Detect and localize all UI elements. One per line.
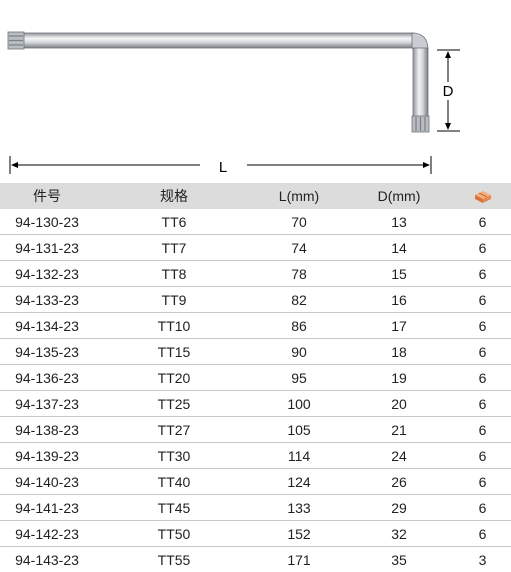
cell-part-number: 94-134-23	[0, 313, 94, 339]
cell-part-number: 94-142-23	[0, 521, 94, 547]
cell-d: 29	[344, 495, 454, 521]
table-row: 94-130-23TT670136	[0, 209, 511, 235]
cell-length: 70	[254, 209, 344, 235]
cell-d: 19	[344, 365, 454, 391]
table-body: 94-130-23TT67013694-131-23TT77414694-132…	[0, 209, 511, 572]
table-row: 94-137-23TT25100206	[0, 391, 511, 417]
cell-spec: TT25	[94, 391, 254, 417]
table-row: 94-141-23TT45133296	[0, 495, 511, 521]
cell-length: 74	[254, 235, 344, 261]
cell-spec: TT40	[94, 469, 254, 495]
cell-spec: TT9	[94, 287, 254, 313]
table-row: 94-133-23TT982166	[0, 287, 511, 313]
cell-part-number: 94-141-23	[0, 495, 94, 521]
cell-pack: 6	[454, 417, 511, 443]
table-row: 94-139-23TT30114246	[0, 443, 511, 469]
cell-part-number: 94-138-23	[0, 417, 94, 443]
cell-pack: 6	[454, 313, 511, 339]
cell-pack: 3	[454, 547, 511, 572]
cell-d: 18	[344, 339, 454, 365]
cell-length: 152	[254, 521, 344, 547]
dimension-l-label: L	[219, 159, 227, 176]
cell-d: 14	[344, 235, 454, 261]
table-row: 94-134-23TT1086176	[0, 313, 511, 339]
cell-d: 26	[344, 469, 454, 495]
cell-spec: TT45	[94, 495, 254, 521]
cell-part-number: 94-133-23	[0, 287, 94, 313]
cell-spec: TT50	[94, 521, 254, 547]
cell-spec: TT27	[94, 417, 254, 443]
cell-spec: TT30	[94, 443, 254, 469]
cell-length: 124	[254, 469, 344, 495]
header-part-number: 件号	[0, 183, 94, 209]
cell-spec: TT15	[94, 339, 254, 365]
cell-pack: 6	[454, 209, 511, 235]
cell-part-number: 94-135-23	[0, 339, 94, 365]
cell-spec: TT20	[94, 365, 254, 391]
cell-length: 95	[254, 365, 344, 391]
cell-spec: TT7	[94, 235, 254, 261]
cell-pack: 6	[454, 443, 511, 469]
box-icon	[474, 190, 492, 204]
cell-d: 20	[344, 391, 454, 417]
cell-spec: TT10	[94, 313, 254, 339]
short-leg-torx-tip	[412, 116, 429, 132]
cell-pack: 6	[454, 391, 511, 417]
cell-length: 171	[254, 547, 344, 572]
spec-table: 件号 规格 L(mm) D(mm) 94-130-23TT67013694-13…	[0, 183, 511, 572]
table-row: 94-131-23TT774146	[0, 235, 511, 261]
cell-part-number: 94-143-23	[0, 547, 94, 572]
cell-length: 100	[254, 391, 344, 417]
cell-d: 17	[344, 313, 454, 339]
long-end-torx-tip	[8, 32, 24, 49]
table-row: 94-132-23TT878156	[0, 261, 511, 287]
table-row: 94-142-23TT50152326	[0, 521, 511, 547]
table-row: 94-138-23TT27105216	[0, 417, 511, 443]
tool-drawing: D L	[0, 0, 511, 182]
cell-d: 24	[344, 443, 454, 469]
cell-part-number: 94-136-23	[0, 365, 94, 391]
cell-length: 133	[254, 495, 344, 521]
dimension-d-label: D	[443, 83, 454, 100]
header-length: L(mm)	[254, 183, 344, 209]
cell-d: 13	[344, 209, 454, 235]
cell-d: 21	[344, 417, 454, 443]
cell-part-number: 94-137-23	[0, 391, 94, 417]
header-pack	[454, 183, 511, 209]
cell-spec: TT55	[94, 547, 254, 572]
cell-spec: TT8	[94, 261, 254, 287]
cell-pack: 6	[454, 235, 511, 261]
cell-d: 15	[344, 261, 454, 287]
cell-part-number: 94-131-23	[0, 235, 94, 261]
table-row: 94-140-23TT40124266	[0, 469, 511, 495]
cell-pack: 6	[454, 287, 511, 313]
header-d: D(mm)	[344, 183, 454, 209]
table-row: 94-136-23TT2095196	[0, 365, 511, 391]
cell-d: 35	[344, 547, 454, 572]
cell-length: 82	[254, 287, 344, 313]
cell-spec: TT6	[94, 209, 254, 235]
table-row: 94-143-23TT55171353	[0, 547, 511, 572]
cell-d: 16	[344, 287, 454, 313]
cell-pack: 6	[454, 521, 511, 547]
header-spec: 规格	[94, 183, 254, 209]
cell-part-number: 94-139-23	[0, 443, 94, 469]
cell-length: 90	[254, 339, 344, 365]
table-row: 94-135-23TT1590186	[0, 339, 511, 365]
cell-pack: 6	[454, 365, 511, 391]
cell-part-number: 94-140-23	[0, 469, 94, 495]
cell-length: 86	[254, 313, 344, 339]
table-header-row: 件号 规格 L(mm) D(mm)	[0, 183, 511, 209]
cell-part-number: 94-132-23	[0, 261, 94, 287]
cell-part-number: 94-130-23	[0, 209, 94, 235]
cell-pack: 6	[454, 261, 511, 287]
cell-pack: 6	[454, 495, 511, 521]
cell-length: 114	[254, 443, 344, 469]
cell-length: 105	[254, 417, 344, 443]
cell-length: 78	[254, 261, 344, 287]
cell-d: 32	[344, 521, 454, 547]
cell-pack: 6	[454, 469, 511, 495]
cell-pack: 6	[454, 339, 511, 365]
l-key-wrench	[8, 32, 429, 132]
